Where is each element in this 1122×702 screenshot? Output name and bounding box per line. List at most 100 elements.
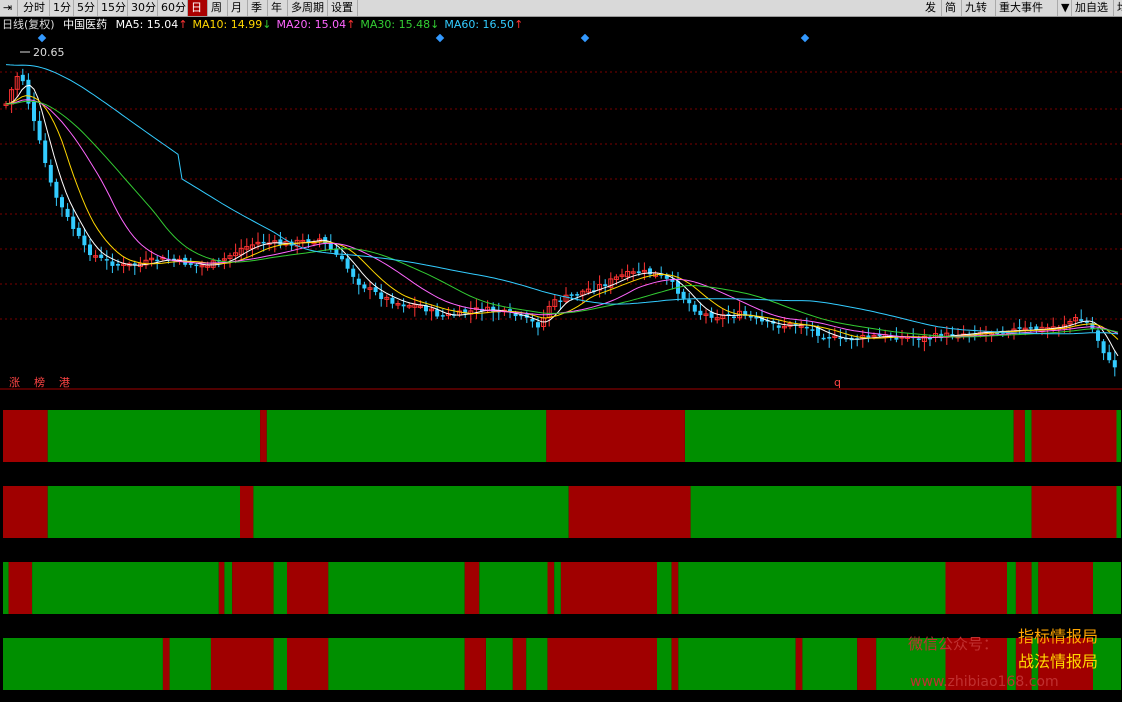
- band-3-segment: [678, 562, 946, 614]
- candle-body: [60, 197, 64, 208]
- band-3-segment: [232, 562, 274, 614]
- candle-body: [401, 304, 406, 307]
- candle-body: [636, 271, 641, 274]
- wechat-watermark: 微信公众号：: [908, 635, 999, 653]
- candle-body: [373, 287, 378, 293]
- period-tab-11[interactable]: 多周期: [288, 0, 328, 16]
- band-3-segment: [547, 562, 555, 614]
- ma-legend-item-3: MA20: 15.04↑: [276, 18, 356, 31]
- toolbar-right-button-0[interactable]: 发: [922, 0, 942, 16]
- stock-name: 中国医药: [63, 18, 108, 31]
- band-4-segment: [857, 638, 877, 690]
- period-tab-9[interactable]: 季: [248, 0, 268, 16]
- event-marker-icon: [580, 34, 590, 43]
- candle-body: [827, 337, 832, 339]
- band-3-segment: [224, 562, 233, 614]
- band-3-segment: [1007, 562, 1016, 614]
- ma60-line: [5, 64, 1119, 335]
- band-1-segment: [1024, 410, 1032, 462]
- candle-body: [575, 294, 580, 296]
- candle-body: [328, 243, 333, 250]
- ma-trend-arrow: ↑: [178, 18, 188, 31]
- period-tab-10[interactable]: 年: [268, 0, 288, 16]
- watermark-line2: 战法情报局: [1018, 652, 1099, 671]
- sidebar-toggle-icon[interactable]: ⇥: [0, 0, 18, 16]
- band-3-segment: [1093, 562, 1121, 614]
- candle-body: [188, 263, 193, 265]
- candle-body: [76, 227, 81, 236]
- band-3-segment: [8, 562, 33, 614]
- ma-legend-item-1: MA5: 15.04↑: [115, 18, 188, 31]
- band-4-segment: [802, 638, 858, 690]
- candle-body: [603, 284, 608, 287]
- band-3-segment: [328, 562, 465, 614]
- candle-body: [1101, 341, 1106, 354]
- band-4-segment: [486, 638, 513, 690]
- candle-body: [104, 259, 109, 261]
- candlestick-chart[interactable]: 20.65 涨 榜 港 q: [0, 34, 1122, 390]
- candle-body: [928, 337, 932, 340]
- period-tab-6[interactable]: 日: [188, 0, 208, 16]
- band-4-segment: [210, 638, 274, 690]
- band-3-segment: [945, 562, 1007, 614]
- candle-body: [569, 294, 574, 296]
- ma-trend-arrow: ↑: [514, 18, 524, 31]
- candle-body: [37, 120, 42, 141]
- band-2-segment: [1116, 486, 1121, 538]
- band-1-segment: [1031, 410, 1117, 462]
- period-tab-8[interactable]: 月: [228, 0, 248, 16]
- period-tab-5[interactable]: 60分: [158, 0, 188, 16]
- toolbar-right-button-3[interactable]: 重大事件: [996, 0, 1058, 16]
- period-tab-0[interactable]: 分时: [20, 0, 50, 16]
- band-2-segment: [253, 486, 569, 538]
- candle-body: [1079, 319, 1084, 322]
- period-tab-1[interactable]: 1分: [50, 0, 74, 16]
- band-4-segment: [273, 638, 287, 690]
- band-3-segment: [3, 562, 9, 614]
- band-3-segment: [657, 562, 672, 614]
- toolbar-right-button-5[interactable]: 加自选: [1072, 0, 1114, 16]
- candle-body: [116, 263, 120, 266]
- candle-body: [536, 322, 540, 328]
- candle-body: [1112, 360, 1117, 368]
- band-3-segment: [560, 562, 657, 614]
- max-price-label: 20.65: [33, 46, 65, 59]
- toolbar-right-button-6[interactable]: 均线: [1114, 0, 1122, 16]
- ma5-line: [5, 84, 1119, 357]
- toolbar-right-button-1[interactable]: 简: [942, 0, 962, 16]
- candle-body: [687, 299, 692, 304]
- band-1-segment: [266, 410, 547, 462]
- candle-body: [732, 316, 736, 319]
- band-4-segment: [512, 638, 527, 690]
- band-3-segment: [218, 562, 225, 614]
- band-1-segment: [3, 410, 48, 462]
- candle-body: [804, 326, 809, 329]
- candle-body: [32, 101, 36, 122]
- band-3-segment: [479, 562, 548, 614]
- band-2-segment: [690, 486, 1032, 538]
- candle-body: [810, 329, 815, 331]
- band-3-segment: [32, 562, 219, 614]
- toolbar-right-button-4[interactable]: ▼: [1058, 0, 1072, 16]
- event-marker-icon: [800, 34, 810, 43]
- band-1-segment: [1116, 410, 1121, 462]
- period-tab-7[interactable]: 周: [208, 0, 228, 16]
- period-tab-12[interactable]: 设置: [328, 0, 358, 16]
- band-4-segment: [657, 638, 672, 690]
- band-3-segment: [1031, 562, 1039, 614]
- candle-body: [48, 164, 53, 183]
- period-tab-4[interactable]: 30分: [128, 0, 158, 16]
- candle-body: [110, 261, 115, 266]
- band-4-segment: [3, 638, 163, 690]
- bottom-tag-2: 港: [59, 376, 70, 389]
- candle-body: [1107, 352, 1112, 361]
- band-4-segment: [464, 638, 486, 690]
- toolbar-right-button-2[interactable]: 九转: [962, 0, 996, 16]
- band-4-segment: [678, 638, 796, 690]
- period-tab-2[interactable]: 5分: [74, 0, 98, 16]
- period-tab-3[interactable]: 15分: [98, 0, 128, 16]
- ma-trend-arrow: ↓: [262, 18, 272, 31]
- candle-body: [1017, 327, 1022, 329]
- band-4-segment: [169, 638, 211, 690]
- band-1-segment: [260, 410, 267, 462]
